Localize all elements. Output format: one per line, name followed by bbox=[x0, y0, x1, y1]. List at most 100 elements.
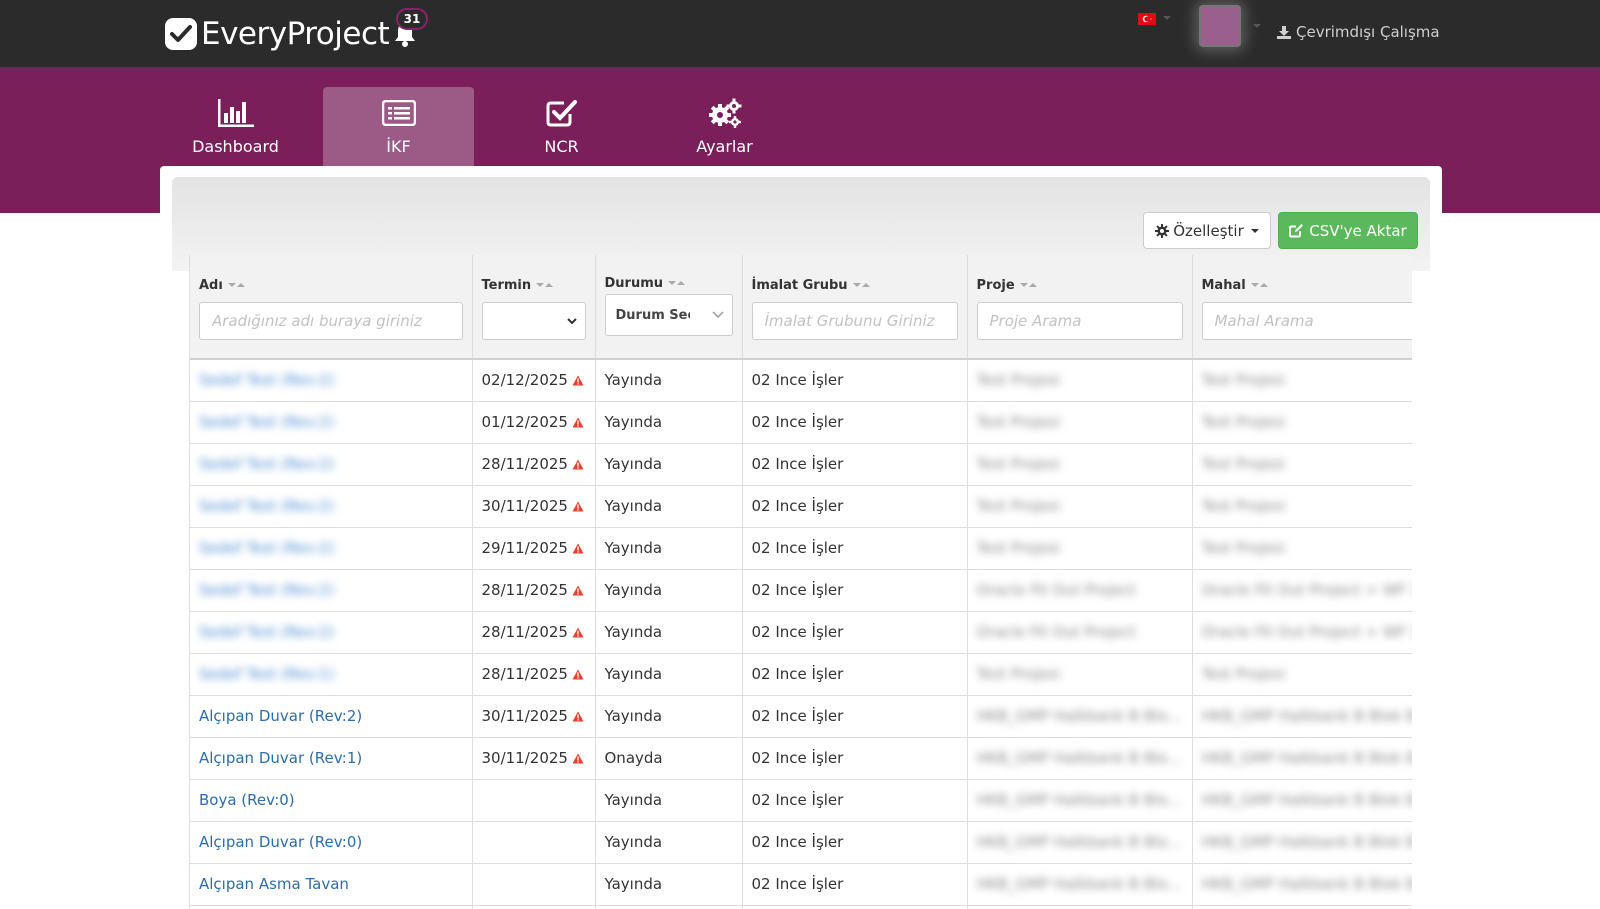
group-filter-input[interactable] bbox=[751, 302, 958, 340]
table-row[interactable]: Boya (Rev:0) Yayında 02 Ince İşler HKB_GMP … bbox=[190, 779, 1412, 822]
record-link[interactable]: Alçıpan Duvar (Rev:1) bbox=[199, 749, 362, 767]
location-cell: Test Projesi bbox=[1192, 443, 1412, 486]
name-cell bbox=[190, 905, 473, 909]
table-row[interactable]: Alçıpan Duvar (Rev:0) Yayında 02 Ince İşle… bbox=[190, 821, 1412, 864]
table-row[interactable]: Sedef Test (Rev:2) 01/12/2025 Yayında 02 In… bbox=[190, 401, 1412, 444]
warning-icon bbox=[572, 540, 584, 558]
column-header-termin[interactable]: Termin bbox=[472, 255, 596, 360]
sort-icon[interactable] bbox=[1250, 283, 1268, 287]
location-filter-input[interactable] bbox=[1201, 302, 1412, 340]
due-date: 28/11/2025 bbox=[481, 664, 568, 683]
project-text: Test Projesi bbox=[976, 455, 1060, 473]
project-text: Test Projesi bbox=[976, 497, 1060, 515]
table-row[interactable]: Alçıpan Asma Tavan Yayında 02 Ince İşler HK… bbox=[190, 863, 1413, 906]
group-text: 02 Ince İşler bbox=[751, 539, 844, 557]
warning-icon bbox=[572, 666, 584, 684]
status-cell: Yayında bbox=[595, 569, 743, 612]
date-cell bbox=[472, 905, 596, 909]
csv-export-button[interactable]: CSV'ye Aktar bbox=[1278, 212, 1418, 249]
sort-icon[interactable] bbox=[536, 283, 554, 287]
date-cell: 01/12/2025 bbox=[472, 401, 596, 444]
record-link[interactable]: Sedef Test (Rev:2) bbox=[199, 371, 334, 389]
tab-dashboard[interactable]: Dashboard bbox=[160, 87, 311, 167]
record-link[interactable]: Alçıpan Duvar (Rev:0) bbox=[199, 833, 362, 851]
record-link[interactable]: Sedef Test (Rev:2) bbox=[199, 581, 334, 599]
location-text: Test Projesi bbox=[1201, 455, 1285, 473]
table-row[interactable] bbox=[190, 905, 1412, 909]
due-date: 28/11/2025 bbox=[481, 580, 568, 599]
status-text: Yayında bbox=[604, 791, 663, 809]
location-text: HKB_GMP Halkbank B Blok B bbox=[1201, 707, 1413, 725]
sort-icon[interactable] bbox=[1019, 283, 1037, 287]
record-link[interactable]: Sedef Test (Rev:2) bbox=[199, 455, 334, 473]
date-filter-select[interactable] bbox=[481, 302, 586, 340]
status-filter-select[interactable]: Durum Seç bbox=[604, 294, 733, 336]
table-row[interactable]: Sedef Test (Rev:2) 30/11/2025 Yayında 02 In… bbox=[190, 485, 1412, 528]
table-row[interactable]: Sedef Test (Rev:2) 29/11/2025 Yayında 02 In… bbox=[190, 527, 1412, 570]
status-cell: Yayında bbox=[595, 443, 743, 486]
offline-mode-link[interactable]: Çevrimdışı Çalışma bbox=[1277, 23, 1440, 41]
sort-icon[interactable] bbox=[668, 281, 686, 285]
record-link[interactable]: Sedef Test (Rev:2) bbox=[199, 497, 334, 515]
location-cell: HKB_GMP Halkbank B Blok B bbox=[1192, 737, 1412, 780]
table-row[interactable]: Sedef Test (Rev:2) 28/11/2025 Yayında 02 In… bbox=[190, 569, 1413, 612]
sort-icon[interactable] bbox=[852, 283, 870, 287]
group-cell: 02 Ince İşler bbox=[742, 863, 968, 906]
record-link[interactable]: Sedef Test (Rev:1) bbox=[199, 665, 334, 683]
turkey-flag-icon[interactable] bbox=[1138, 13, 1156, 25]
record-link[interactable]: Alçıpan Duvar (Rev:2) bbox=[199, 707, 362, 725]
location-text: Oracle Fit Out Project > WF 1 bbox=[1201, 581, 1413, 599]
project-cell: HKB_GMP Halkbank B Blo... bbox=[967, 695, 1193, 738]
status-text: Yayında bbox=[604, 413, 663, 431]
tab-ayarlar[interactable]: Ayarlar bbox=[649, 87, 800, 167]
project-text: HKB_GMP Halkbank B Blo... bbox=[976, 707, 1182, 725]
customize-button[interactable]: Özelleştir bbox=[1143, 212, 1271, 249]
location-text: HKB_GMP Halkbank B Blok B bbox=[1201, 875, 1413, 893]
location-text: Test Projesi bbox=[1201, 665, 1285, 683]
status-text: Yayında bbox=[604, 707, 663, 725]
table-row[interactable]: Alçıpan Duvar (Rev:1) 30/11/2025 Onayda 02 … bbox=[190, 737, 1412, 780]
group-text: 02 Ince İşler bbox=[751, 833, 844, 851]
column-header-mahal[interactable]: Mahal bbox=[1192, 255, 1412, 360]
tab-label: Ayarlar bbox=[696, 137, 753, 156]
record-link[interactable]: Sedef Test (Rev:2) bbox=[199, 623, 334, 641]
sort-icon[interactable] bbox=[227, 283, 245, 287]
tab-ncr[interactable]: NCR bbox=[486, 87, 637, 167]
logo[interactable]: EveryProject bbox=[165, 16, 390, 52]
column-header-imalat-grubu[interactable]: İmalat Grubu bbox=[742, 255, 968, 360]
project-text: Test Projesi bbox=[976, 539, 1060, 557]
group-text: 02 Ince İşler bbox=[751, 581, 844, 599]
column-label: Proje bbox=[976, 277, 1015, 293]
bar-chart-icon bbox=[217, 97, 254, 129]
notification-badge[interactable]: 31 bbox=[396, 8, 428, 30]
record-link[interactable]: Boya (Rev:0) bbox=[199, 791, 295, 809]
record-link[interactable]: Alçıpan Asma Tavan bbox=[199, 875, 349, 893]
group-cell: 02 Ince İşler bbox=[742, 359, 968, 402]
name-filter-input[interactable] bbox=[199, 302, 463, 340]
table-row[interactable]: Alçıpan Duvar (Rev:2) 30/11/2025 Yayında 02… bbox=[190, 695, 1413, 738]
edit-square-icon bbox=[1289, 224, 1304, 238]
project-filter-input[interactable] bbox=[976, 302, 1183, 340]
tab-label: NCR bbox=[544, 137, 579, 156]
project-text: HKB_GMP Halkbank B Blo... bbox=[976, 791, 1182, 809]
project-cell: Test Projesi bbox=[967, 527, 1193, 570]
table-row[interactable]: Sedef Test (Rev:2) 28/11/2025 Yayında 02 In… bbox=[190, 443, 1412, 486]
column-header-adi[interactable]: Adı bbox=[190, 255, 473, 360]
record-link[interactable]: Sedef Test (Rev:2) bbox=[199, 413, 334, 431]
group-cell: 02 Ince İşler bbox=[742, 443, 968, 486]
avatar[interactable] bbox=[1199, 5, 1241, 47]
user-menu-caret-icon[interactable] bbox=[1253, 24, 1261, 28]
record-link[interactable]: Sedef Test (Rev:2) bbox=[199, 539, 334, 557]
table-row[interactable]: Sedef Test (Rev:1) 28/11/2025 Yayında 02 In… bbox=[190, 653, 1412, 696]
date-cell: 30/11/2025 bbox=[472, 737, 596, 780]
column-header-durumu[interactable]: Durumu Durum Seç bbox=[595, 255, 743, 360]
status-text: Yayında bbox=[604, 581, 663, 599]
status-cell: Yayında bbox=[595, 779, 743, 822]
language-caret-icon[interactable] bbox=[1163, 16, 1171, 20]
date-cell: 30/11/2025 bbox=[472, 695, 596, 738]
table-row[interactable]: Sedef Test (Rev:2) 28/11/2025 Yayında 02 In… bbox=[190, 611, 1412, 654]
table-row[interactable]: Sedef Test (Rev:2) 02/12/2025 Yayında 02 In… bbox=[190, 359, 1412, 402]
status-cell: Yayında bbox=[595, 695, 743, 738]
tab-ikf[interactable]: İKF bbox=[323, 87, 474, 167]
column-header-proje[interactable]: Proje bbox=[967, 255, 1193, 360]
